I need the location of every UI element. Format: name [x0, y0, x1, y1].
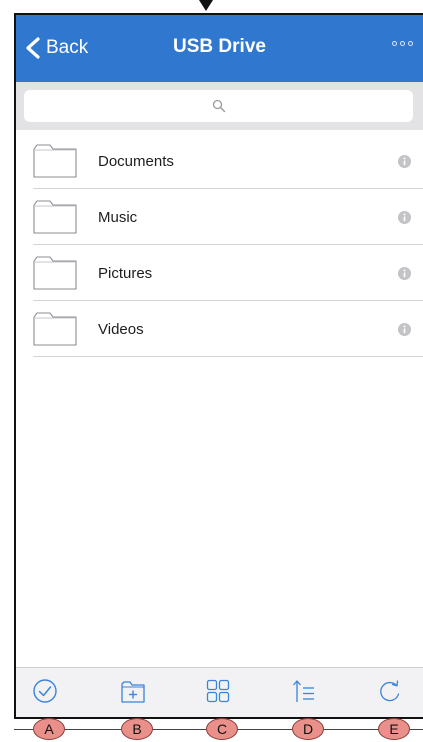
page-title: USB Drive: [173, 36, 266, 57]
folder-icon: [33, 312, 77, 346]
info-icon[interactable]: [398, 154, 411, 168]
info-icon[interactable]: [398, 266, 411, 280]
new-folder-button[interactable]: [120, 677, 146, 705]
callout-badge-e: E: [378, 718, 410, 740]
folder-item-videos[interactable]: Videos: [16, 301, 423, 357]
folder-name: Pictures: [98, 264, 153, 282]
refresh-icon: [380, 680, 400, 702]
folder-icon: [33, 256, 77, 290]
info-icon[interactable]: [398, 210, 411, 224]
folder-name: Documents: [98, 152, 174, 170]
select-button[interactable]: [32, 677, 58, 705]
more-dot-icon: [408, 41, 413, 46]
new-folder-icon: [121, 681, 145, 703]
search-icon: [212, 99, 225, 113]
callout-badge-c: C: [206, 718, 238, 740]
bottom-toolbar: [16, 667, 423, 717]
checkmark-circle-icon: [33, 679, 57, 703]
folder-name: Videos: [98, 320, 144, 338]
folder-list: Documents Music Pictures Videos: [16, 133, 423, 357]
callout-line: [65, 729, 121, 730]
search-bar: [16, 82, 423, 130]
grid-view-button[interactable]: [205, 677, 231, 705]
callout-line: [238, 729, 292, 730]
more-button[interactable]: [392, 41, 413, 46]
folder-item-documents[interactable]: Documents: [16, 133, 423, 189]
callout-badge-b: B: [121, 718, 153, 740]
folder-name: Music: [98, 208, 138, 226]
sort-list-icon: [293, 680, 314, 702]
folder-item-music[interactable]: Music: [16, 189, 423, 245]
folder-item-pictures[interactable]: Pictures: [16, 245, 423, 301]
phone-screen: Back USB Drive Documents Music Pictures …: [14, 13, 423, 719]
navigation-bar: Back USB Drive: [16, 15, 423, 82]
folder-icon: [33, 200, 77, 234]
more-dot-icon: [392, 41, 397, 46]
grid-view-icon: [206, 679, 230, 703]
callout-line: [14, 729, 33, 730]
callout-badge-a: A: [33, 718, 65, 740]
info-icon[interactable]: [398, 322, 411, 336]
callout-line: [324, 729, 378, 730]
callout-line: [410, 729, 423, 730]
folder-icon: [33, 144, 77, 178]
callout-arrow-nav: [199, 0, 213, 11]
more-dot-icon: [400, 41, 405, 46]
callout-line: [153, 729, 206, 730]
refresh-button[interactable]: [377, 677, 403, 705]
sort-button[interactable]: [291, 677, 317, 705]
callout-badge-d: D: [292, 718, 324, 740]
search-input[interactable]: [24, 90, 413, 122]
